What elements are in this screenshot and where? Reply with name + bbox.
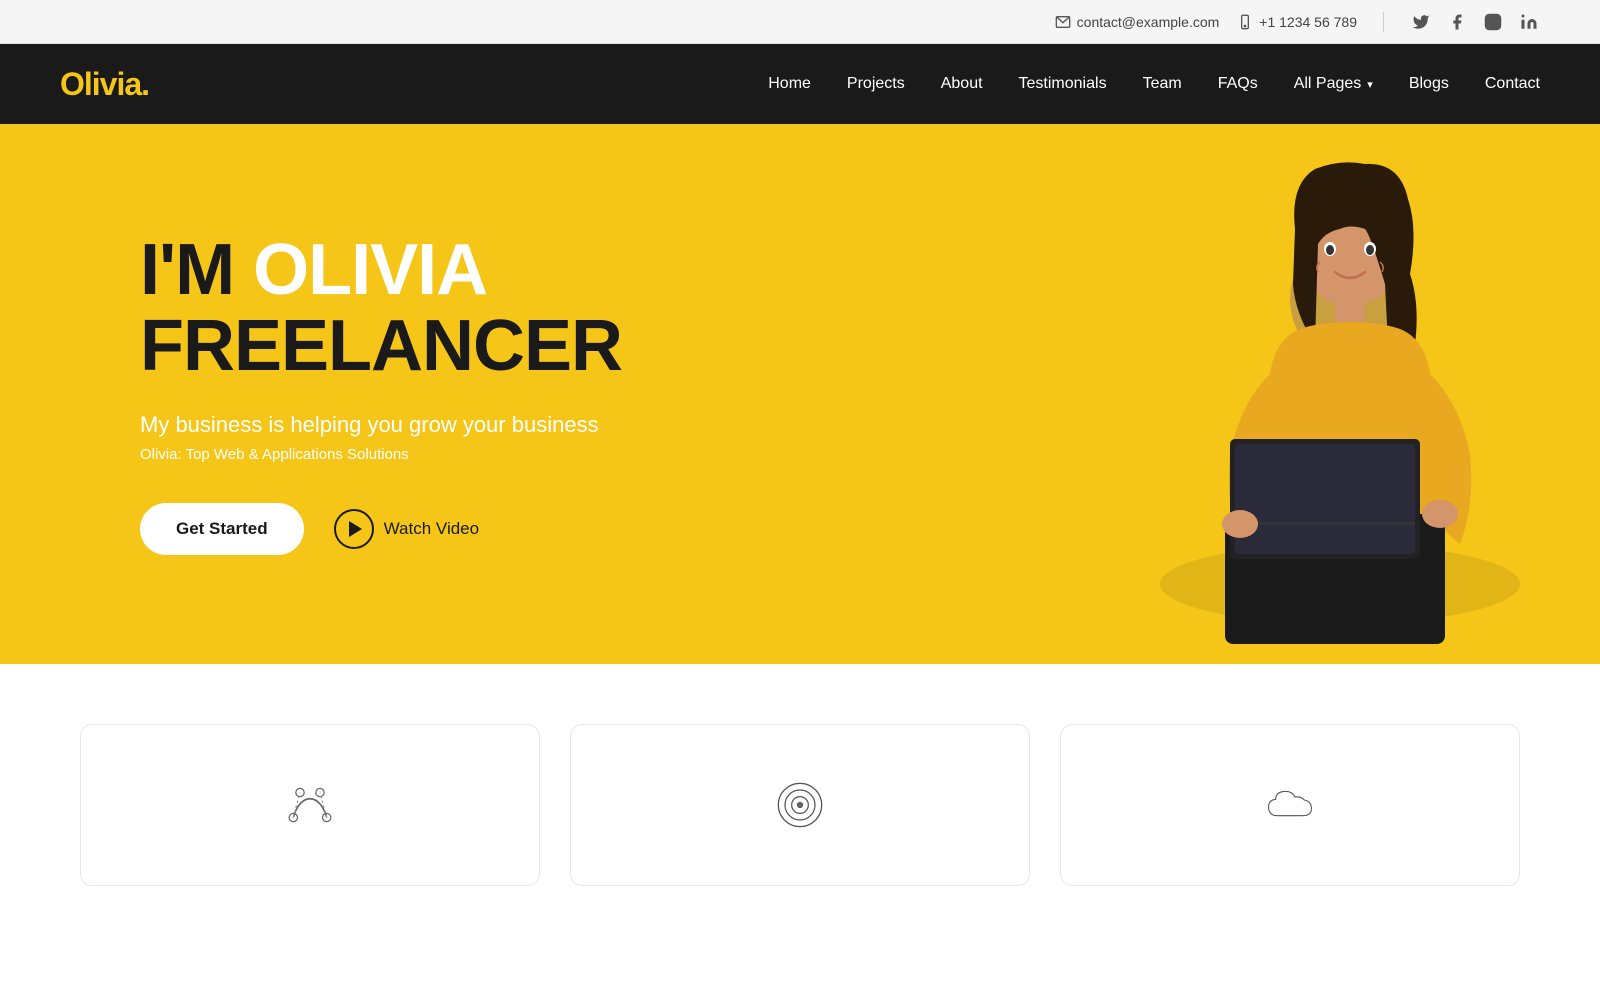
nav-projects[interactable]: Projects xyxy=(847,75,905,93)
social-links xyxy=(1410,11,1540,33)
nav-faqs[interactable]: FAQs xyxy=(1218,75,1258,93)
facebook-icon[interactable] xyxy=(1446,11,1468,33)
nav-contact[interactable]: Contact xyxy=(1485,75,1540,93)
hero-subheading: My business is helping you grow your bus… xyxy=(140,412,622,438)
nav-links: Home Projects About Testimonials Team FA… xyxy=(768,75,1540,93)
hero-line2: FREELANCER xyxy=(140,306,622,386)
email-contact: contact@example.com xyxy=(1055,14,1220,30)
watch-video-label: Watch Video xyxy=(384,519,479,539)
nav-about[interactable]: About xyxy=(941,75,983,93)
nav-team[interactable]: Team xyxy=(1143,75,1182,93)
phone-text: +1 1234 56 789 xyxy=(1259,14,1357,30)
cards-section xyxy=(0,664,1600,926)
logo-dot: . xyxy=(141,66,149,102)
hero-sub2: Olivia: Top Web & Applications Solutions xyxy=(140,446,622,463)
logo[interactable]: Olivia. xyxy=(60,66,149,103)
card-cloud xyxy=(1060,724,1520,886)
phone-contact: +1 1234 56 789 xyxy=(1237,14,1357,30)
hero-buttons: Get Started Watch Video xyxy=(140,503,622,555)
hero-person-image xyxy=(1080,144,1600,664)
top-bar: contact@example.com +1 1234 56 789 xyxy=(0,0,1600,44)
nav-allpages[interactable]: All Pages ▾ xyxy=(1294,75,1373,93)
watch-video-button[interactable]: Watch Video xyxy=(334,509,479,549)
nav-home[interactable]: Home xyxy=(768,75,811,93)
cloud-icon xyxy=(1260,775,1320,835)
card-bezier xyxy=(80,724,540,886)
play-icon xyxy=(334,509,374,549)
play-triangle-icon xyxy=(349,521,362,537)
bezier-icon xyxy=(280,775,340,835)
nav-blogs[interactable]: Blogs xyxy=(1409,75,1449,93)
nav-testimonials[interactable]: Testimonials xyxy=(1019,75,1107,93)
logo-text: Olivia xyxy=(60,66,141,102)
divider xyxy=(1383,12,1384,32)
email-text: contact@example.com xyxy=(1077,14,1220,30)
target-icon xyxy=(770,775,830,835)
hero-section: I'M OLIVIA FREELANCER My business is hel… xyxy=(0,124,1600,664)
contact-info: contact@example.com +1 1234 56 789 xyxy=(1055,14,1357,30)
hero-line1: I'M OLIVIA xyxy=(140,230,487,310)
hero-heading: I'M OLIVIA FREELANCER xyxy=(140,233,622,384)
get-started-button[interactable]: Get Started xyxy=(140,503,304,555)
navbar: Olivia. Home Projects About Testimonials… xyxy=(0,44,1600,124)
instagram-icon[interactable] xyxy=(1482,11,1504,33)
card-target xyxy=(570,724,1030,886)
chevron-down-icon: ▾ xyxy=(1367,78,1373,91)
twitter-icon[interactable] xyxy=(1410,11,1432,33)
linkedin-icon[interactable] xyxy=(1518,11,1540,33)
hero-content: I'M OLIVIA FREELANCER My business is hel… xyxy=(0,233,622,555)
